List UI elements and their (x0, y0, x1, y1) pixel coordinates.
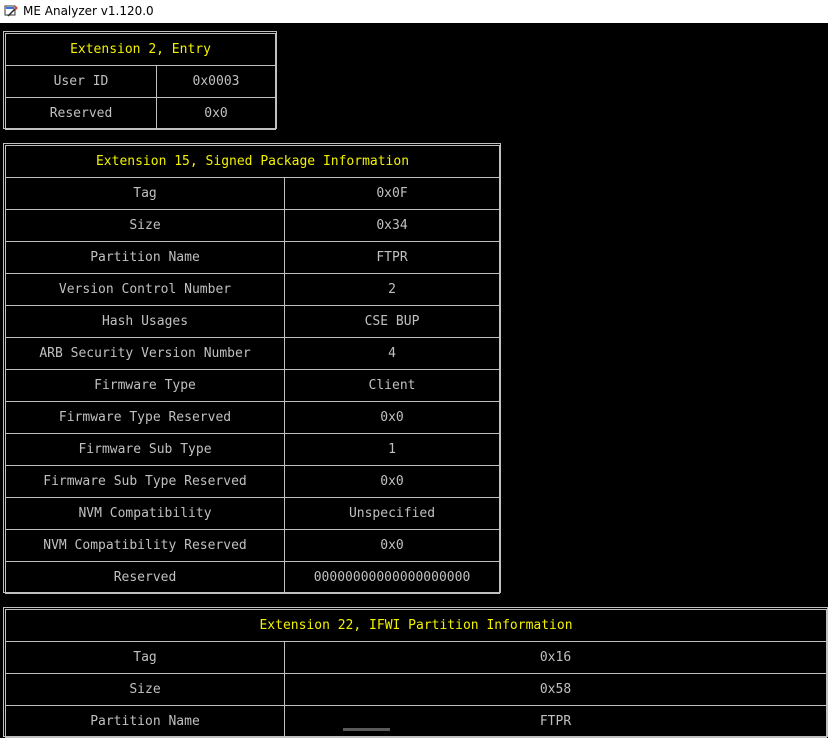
row-value: 0x0 (283, 529, 501, 562)
table-row: Tag 0x16 (5, 641, 828, 674)
row-value: 0x0 (283, 465, 501, 498)
row-value: 00000000000000000000 (283, 561, 501, 594)
row-value: CSE BUP (283, 305, 501, 338)
row-value: 0x0F (283, 177, 501, 210)
table-row: User ID 0x0003 (5, 65, 277, 98)
row-label: Reserved (5, 561, 285, 594)
table-row: Firmware Sub Type Reserved 0x0 (5, 465, 501, 498)
row-label: Firmware Type (5, 369, 285, 402)
table-row: Partition Name FTPR (5, 241, 501, 274)
table-row: Size 0x58 (5, 673, 828, 706)
row-value: 0x0 (155, 97, 277, 130)
table-title: Extension 2, Entry (4, 33, 277, 66)
row-label: Hash Usages (5, 305, 285, 338)
table-header-row: Extension 22, IFWI Partition Information (4, 609, 828, 642)
table-row: Tag 0x0F (5, 177, 501, 210)
row-value: 0x34 (283, 209, 501, 242)
row-label: Reserved (5, 97, 157, 130)
table-row: NVM Compatibility Reserved 0x0 (5, 529, 501, 562)
extension-2-entry-table: Extension 2, Entry User ID 0x0003 Reserv… (4, 33, 277, 130)
table-row: ARB Security Version Number 4 (5, 337, 501, 370)
row-label: NVM Compatibility (5, 497, 285, 530)
extension-15-signed-package-table: Extension 15, Signed Package Information… (4, 145, 501, 594)
row-value: Client (283, 369, 501, 402)
table-title: Extension 22, IFWI Partition Information (4, 609, 828, 642)
table-header-row: Extension 15, Signed Package Information (4, 145, 501, 178)
row-value: Unspecified (283, 497, 501, 530)
row-label: Size (5, 209, 285, 242)
window-titlebar: ME Analyzer v1.120.0 (0, 0, 828, 23)
row-label: Partition Name (5, 241, 285, 274)
row-label: User ID (5, 65, 157, 98)
row-value: FTPR (283, 241, 501, 274)
row-value: FTPR (283, 705, 828, 738)
table-row: Reserved 00000000000000000000 (5, 561, 501, 594)
table-row: NVM Compatibility Unspecified (5, 497, 501, 530)
row-value: 1 (283, 433, 501, 466)
table-row: Size 0x34 (5, 209, 501, 242)
row-label: Tag (5, 177, 285, 210)
row-label: Size (5, 673, 285, 706)
row-value: 0x0003 (155, 65, 277, 98)
table-row: Version Control Number 2 (5, 273, 501, 306)
row-label: Firmware Type Reserved (5, 401, 285, 434)
row-label: Version Control Number (5, 273, 285, 306)
table-row: Hash Usages CSE BUP (5, 305, 501, 338)
row-label: NVM Compatibility Reserved (5, 529, 285, 562)
extension-22-ifwi-partition-table: Extension 22, IFWI Partition Information… (4, 609, 828, 738)
table-row: Firmware Sub Type 1 (5, 433, 501, 466)
row-label: Firmware Sub Type Reserved (5, 465, 285, 498)
row-label: ARB Security Version Number (5, 337, 285, 370)
table-row: Firmware Type Client (5, 369, 501, 402)
row-value: 4 (283, 337, 501, 370)
row-label: Firmware Sub Type (5, 433, 285, 466)
console-output[interactable]: Extension 2, Entry User ID 0x0003 Reserv… (0, 23, 828, 738)
row-label: Tag (5, 641, 285, 674)
table-row: Firmware Type Reserved 0x0 (5, 401, 501, 434)
table-row: Reserved 0x0 (5, 97, 277, 130)
row-value: 2 (283, 273, 501, 306)
table-title: Extension 15, Signed Package Information (4, 145, 501, 178)
me-analyzer-app-icon (4, 5, 18, 17)
row-value: 0x0 (283, 401, 501, 434)
table-header-row: Extension 2, Entry (4, 33, 277, 66)
row-value: 0x58 (283, 673, 828, 706)
table-row: Partition Name FTPR (5, 705, 828, 738)
window-title: ME Analyzer v1.120.0 (23, 4, 154, 18)
row-value: 0x16 (283, 641, 828, 674)
row-label: Partition Name (5, 705, 285, 738)
